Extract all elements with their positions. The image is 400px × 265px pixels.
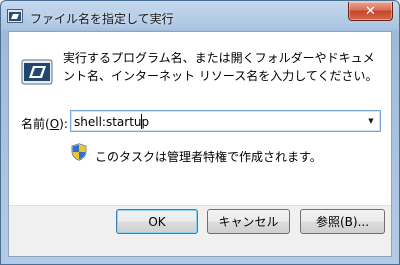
name-label: 名前(O): xyxy=(21,115,68,132)
command-input[interactable] xyxy=(74,114,354,129)
command-combobox[interactable]: ▼ xyxy=(70,110,381,132)
name-label-prefix: 名前( xyxy=(21,117,50,131)
browse-button[interactable]: 参照(B)... xyxy=(300,209,385,234)
run-dialog: ファイル名を指定して実行 ✕ 実行するプログラム名、または開くフォルダーやドキュ… xyxy=(0,0,400,265)
run-dialog-icon xyxy=(7,9,23,23)
run-dialog-icon xyxy=(21,59,53,85)
uac-shield-icon xyxy=(71,143,87,161)
description-text: 実行するプログラム名、または開くフォルダーやドキュメント名、インターネット リソ… xyxy=(63,51,378,83)
ok-button[interactable]: OK xyxy=(116,209,198,234)
cancel-button[interactable]: キャンセル xyxy=(207,209,290,234)
window-title: ファイル名を指定して実行 xyxy=(30,12,174,26)
name-label-suffix: ): xyxy=(59,117,68,131)
close-icon: ✕ xyxy=(365,3,376,19)
text-caret xyxy=(141,114,142,129)
close-button[interactable]: ✕ xyxy=(348,2,393,21)
dropdown-arrow-icon[interactable]: ▼ xyxy=(364,113,378,129)
admin-privilege-note: このタスクは管理者特権で作成されます。 xyxy=(95,150,322,164)
title-bar: ファイル名を指定して実行 ✕ xyxy=(1,1,399,31)
dialog-body: 実行するプログラム名、または開くフォルダーやドキュメント名、インターネット リソ… xyxy=(8,31,392,257)
name-label-mnemonic: O xyxy=(49,117,60,131)
